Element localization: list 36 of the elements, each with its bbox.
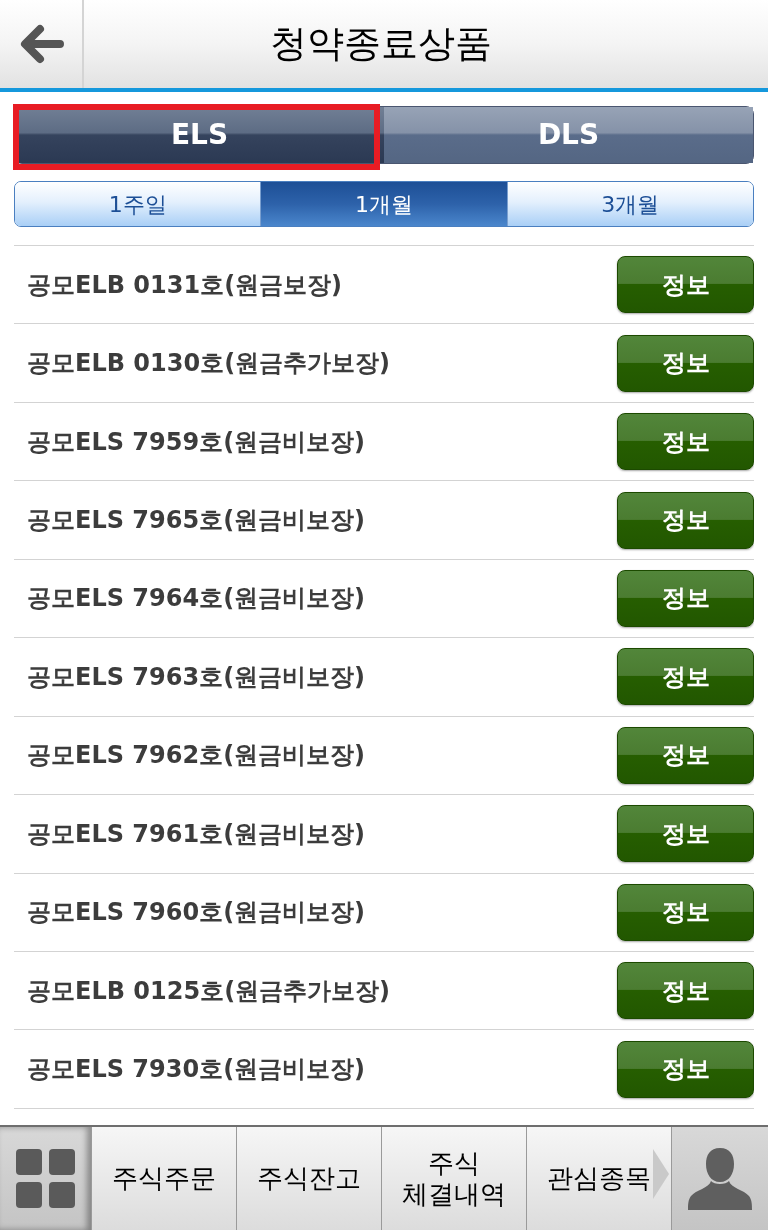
- info-button[interactable]: 정보: [617, 883, 754, 941]
- info-button[interactable]: 정보: [617, 805, 754, 863]
- product-name: 공모ELS 7962호(원금비보장): [27, 740, 366, 772]
- product-name: 공모ELS 7930호(원금비보장): [27, 1054, 366, 1086]
- nav-tab[interactable]: 주식 체결내역: [382, 1127, 527, 1230]
- nav-tab[interactable]: 주식주문: [92, 1127, 237, 1230]
- info-button[interactable]: 정보: [617, 334, 754, 392]
- product-name: 공모ELS 7963호(원금비보장): [27, 661, 366, 693]
- period-tab[interactable]: 1주일: [15, 182, 262, 226]
- product-tab[interactable]: DLS: [384, 107, 753, 163]
- info-button[interactable]: 정보: [617, 413, 754, 471]
- info-button[interactable]: 정보: [617, 648, 754, 706]
- info-button[interactable]: 정보: [617, 256, 754, 314]
- back-arrow-icon: [18, 24, 64, 64]
- grid-icon: [15, 1148, 76, 1209]
- period-tab[interactable]: 1개월: [261, 182, 508, 226]
- product-name: 공모ELS 7960호(원금비보장): [27, 897, 366, 929]
- info-button[interactable]: 정보: [617, 1040, 754, 1098]
- product-name: 공모ELS 7965호(원금비보장): [27, 505, 366, 537]
- nav-tab[interactable]: 주식잔고: [237, 1127, 382, 1230]
- person-icon: [688, 1147, 752, 1210]
- info-button[interactable]: 정보: [617, 491, 754, 549]
- info-button[interactable]: 정보: [617, 726, 754, 784]
- product-name: 공모ELB 0125호(원금추가보장): [27, 975, 391, 1007]
- info-button[interactable]: 정보: [617, 569, 754, 627]
- profile-button[interactable]: [672, 1127, 768, 1230]
- menu-button[interactable]: [0, 1127, 92, 1230]
- info-button[interactable]: 정보: [617, 962, 754, 1020]
- product-name: 공모ELB 0130호(원금추가보장): [27, 348, 391, 380]
- page-title: 청약종료상품: [270, 21, 492, 68]
- product-name: 공모ELS 7961호(원금비보장): [27, 818, 366, 850]
- product-name: 공모ELB 0131호(원금보장): [27, 269, 343, 301]
- period-tab[interactable]: 3개월: [507, 182, 753, 226]
- product-name: 공모ELS 7959호(원금비보장): [27, 426, 366, 458]
- nav-tab[interactable]: 관심종목: [527, 1127, 672, 1230]
- product-name: 공모ELS 7964호(원금비보장): [27, 583, 366, 615]
